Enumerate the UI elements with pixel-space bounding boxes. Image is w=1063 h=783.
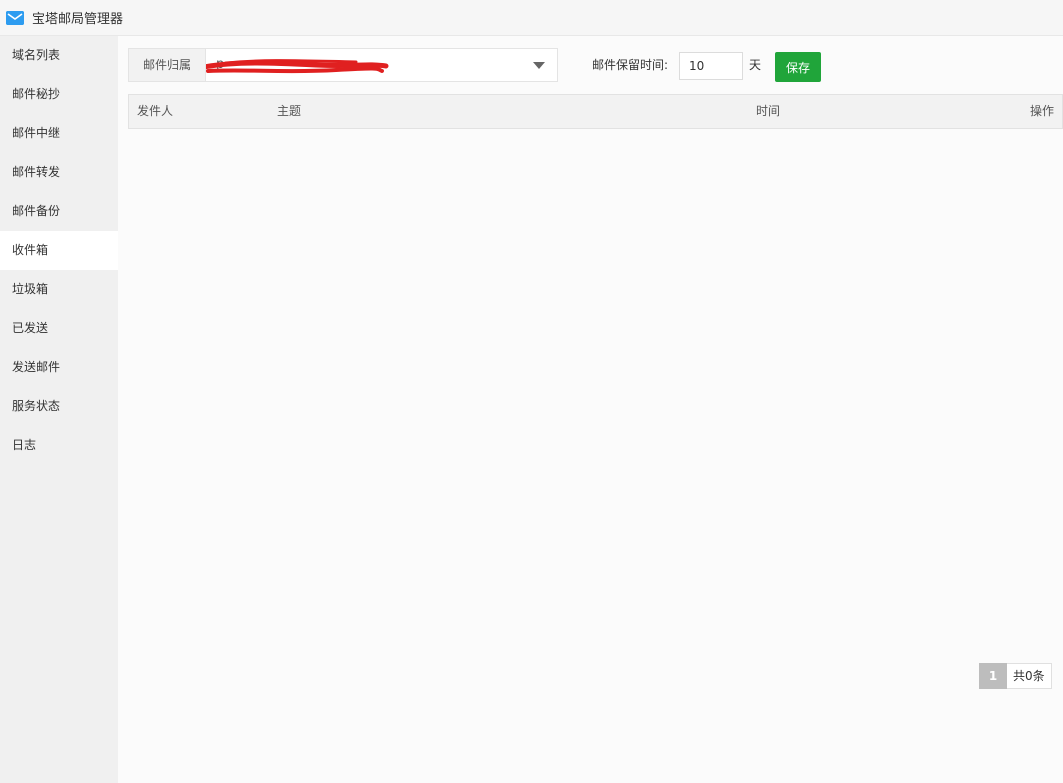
save-button[interactable]: 保存: [775, 52, 821, 82]
sidebar-item-spam[interactable]: 垃圾箱: [0, 270, 118, 309]
owner-label: 邮件归属: [128, 48, 206, 82]
sidebar-item-compose[interactable]: 发送邮件: [0, 348, 118, 387]
sidebar-item-service-status[interactable]: 服务状态: [0, 387, 118, 426]
table-header: 发件人 主题 时间 操作: [128, 94, 1063, 129]
sidebar-item-forward[interactable]: 邮件转发: [0, 153, 118, 192]
sidebar-item-logs[interactable]: 日志: [0, 426, 118, 465]
window-title: 宝塔邮局管理器: [32, 12, 124, 27]
retain-unit: 天: [749, 58, 762, 72]
sidebar: 域名列表 邮件秘抄 邮件中继 邮件转发 邮件备份 收件箱 垃圾箱 已发送 发送邮…: [0, 36, 118, 783]
mail-manager-window: 宝塔邮局管理器 域名列表 邮件秘抄 邮件中继 邮件转发 邮件备份 收件箱 垃圾箱…: [0, 0, 1063, 783]
redaction-mark: [206, 59, 389, 74]
sidebar-item-backup[interactable]: 邮件备份: [0, 192, 118, 231]
mail-icon: [6, 10, 24, 25]
sidebar-item-sent[interactable]: 已发送: [0, 309, 118, 348]
column-action: 操作: [1029, 104, 1054, 118]
title-bar: 宝塔邮局管理器: [0, 0, 1063, 36]
toolbar: 邮件归属 p 邮件保留时间: 天 保存: [128, 48, 1058, 84]
retain-label: 邮件保留时间:: [592, 58, 669, 72]
owner-select[interactable]: p: [206, 48, 558, 82]
sidebar-item-inbox[interactable]: 收件箱: [0, 231, 118, 270]
sidebar-item-relay[interactable]: 邮件中继: [0, 114, 118, 153]
column-time[interactable]: 时间: [756, 95, 780, 128]
sidebar-item-bcc[interactable]: 邮件秘抄: [0, 75, 118, 114]
pagination: 1 共0条: [979, 663, 1052, 689]
total-count: 共0条: [1007, 663, 1052, 689]
column-sender[interactable]: 发件人: [137, 95, 173, 128]
main-panel: 邮件归属 p 邮件保留时间: 天 保存 发件人 主题 时间 操作 1: [118, 36, 1063, 783]
chevron-down-icon[interactable]: [533, 62, 545, 69]
page-button-current[interactable]: 1: [979, 663, 1007, 689]
column-subject[interactable]: 主题: [277, 95, 301, 128]
sidebar-item-domain-list[interactable]: 域名列表: [0, 36, 118, 75]
retain-days-input[interactable]: [679, 52, 743, 80]
